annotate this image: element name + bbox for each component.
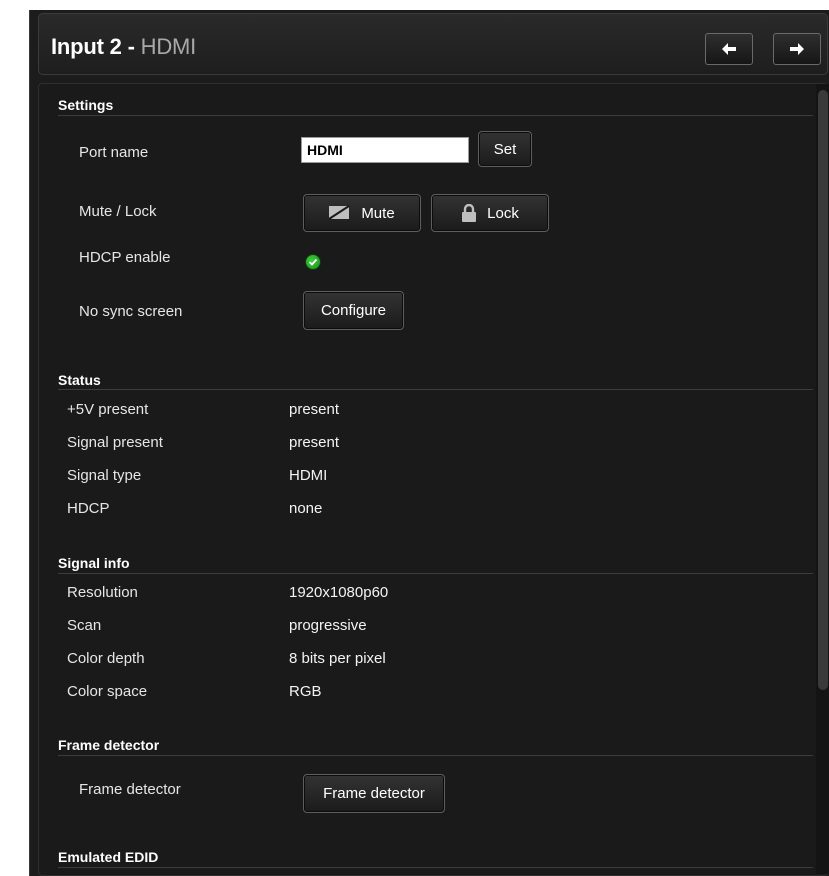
hdcp-enable-label: HDCP enable <box>79 249 171 266</box>
signal-value-resolution: 1920x1080p60 <box>289 584 389 601</box>
check-icon <box>308 258 318 266</box>
mute-button[interactable]: Mute <box>303 194 421 232</box>
signal-info-heading: Signal info <box>58 555 130 571</box>
lock-button[interactable]: Lock <box>431 194 549 232</box>
hdcp-enable-checkbox[interactable] <box>305 254 321 270</box>
frame-detector-heading: Frame detector <box>58 737 160 753</box>
frame-detector-button[interactable]: Frame detector <box>303 774 445 813</box>
status-label-5v: +5V present <box>67 401 149 418</box>
set-port-name-button[interactable]: Set <box>478 131 532 167</box>
page-title: Input 2 - HDMI <box>51 34 196 60</box>
frame-detector-divider <box>58 755 813 756</box>
status-value-signal-present: present <box>289 434 340 451</box>
title-subtitle: HDMI <box>140 34 197 59</box>
status-heading: Status <box>58 372 101 388</box>
header-bar: Input 2 - HDMI <box>38 13 828 75</box>
frame-detector-label: Frame detector <box>79 781 181 798</box>
input-panel-window: Input 2 - HDMI Settings Port name Set Mu… <box>29 10 829 876</box>
content-panel: Settings Port name Set Mute / Lock Mute … <box>38 83 828 876</box>
title-separator: - <box>121 34 141 59</box>
signal-value-scan: progressive <box>289 617 367 634</box>
signal-value-color-depth: 8 bits per pixel <box>289 650 386 667</box>
port-name-label: Port name <box>79 144 149 161</box>
status-value-signal-type: HDMI <box>289 467 328 484</box>
configure-button[interactable]: Configure <box>303 291 404 330</box>
settings-divider <box>58 115 813 116</box>
previous-input-button[interactable] <box>705 33 753 65</box>
scrollbar-thumb[interactable] <box>818 90 828 690</box>
mute-lock-label: Mute / Lock <box>79 203 157 220</box>
signal-label-color-depth: Color depth <box>67 650 145 667</box>
padlock-icon <box>462 204 477 222</box>
signal-info-divider <box>58 573 813 574</box>
settings-heading: Settings <box>58 97 114 113</box>
status-label-signal-present: Signal present <box>67 434 163 451</box>
arrow-left-icon <box>722 43 736 55</box>
signal-value-color-space: RGB <box>289 683 322 700</box>
vertical-scrollbar[interactable] <box>816 84 829 874</box>
emulated-edid-heading: Emulated EDID <box>58 849 159 865</box>
next-input-button[interactable] <box>773 33 821 65</box>
signal-label-color-space: Color space <box>67 683 148 700</box>
status-label-hdcp: HDCP <box>67 500 110 517</box>
status-value-hdcp: none <box>289 500 323 517</box>
status-value-5v: present <box>289 401 340 418</box>
status-divider <box>58 389 813 390</box>
title-main: Input 2 <box>51 34 122 59</box>
status-label-signal-type: Signal type <box>67 467 142 484</box>
mute-button-label: Mute <box>361 204 395 222</box>
arrow-right-icon <box>790 43 804 55</box>
port-name-input[interactable] <box>301 137 469 163</box>
no-sync-screen-label: No sync screen <box>79 303 183 320</box>
signal-label-resolution: Resolution <box>67 584 138 601</box>
mute-screen-icon <box>329 205 350 220</box>
lock-button-label: Lock <box>487 204 519 222</box>
signal-label-scan: Scan <box>67 617 102 634</box>
emulated-edid-divider <box>58 867 813 868</box>
